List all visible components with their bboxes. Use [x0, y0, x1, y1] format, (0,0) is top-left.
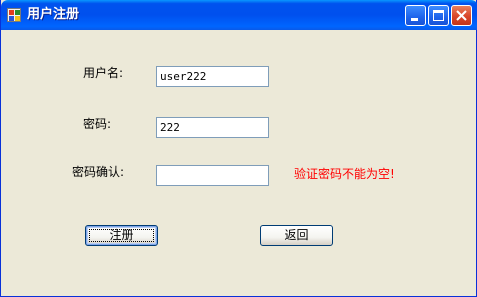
password-label: 密码: — [83, 117, 112, 131]
title-bar[interactable]: 用户注册 — [1, 0, 477, 30]
close-button[interactable] — [451, 5, 472, 26]
registration-window: 用户注册 用户名: user222 密码: 222 密码确认: 验证密码不能为空… — [0, 0, 477, 297]
minimize-icon — [411, 18, 418, 21]
minimize-button[interactable] — [405, 5, 426, 26]
maximize-button[interactable] — [428, 5, 449, 26]
validation-error-message: 验证密码不能为空! — [294, 167, 395, 181]
close-icon — [456, 10, 467, 21]
confirm-password-input[interactable] — [156, 165, 269, 186]
app-icon[interactable] — [7, 8, 21, 22]
back-button[interactable]: 返回 — [260, 225, 333, 246]
username-label: 用户名: — [83, 66, 124, 80]
password-input[interactable]: 222 — [156, 117, 269, 138]
confirm-password-label: 密码确认: — [72, 165, 125, 179]
register-button[interactable]: 注册 — [85, 225, 158, 246]
username-input[interactable]: user222 — [156, 66, 269, 87]
back-button-label: 返回 — [284, 228, 309, 242]
register-button-label: 注册 — [109, 228, 134, 242]
window-title: 用户注册 — [27, 7, 80, 22]
maximize-icon — [433, 10, 444, 21]
